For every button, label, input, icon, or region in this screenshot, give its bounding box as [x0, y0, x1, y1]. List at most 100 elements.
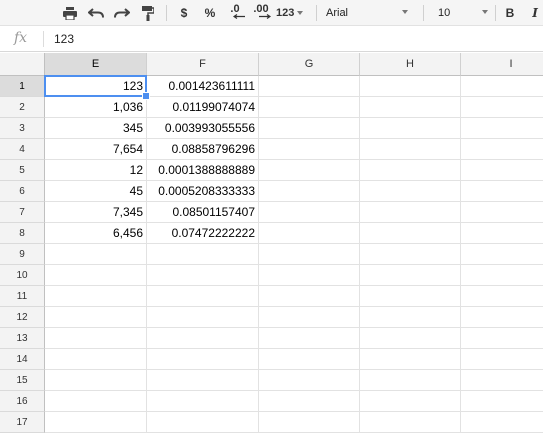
row-header-1[interactable]: 1 — [0, 76, 45, 97]
increase-decimal-button[interactable]: .00 — [250, 0, 272, 26]
print-button[interactable] — [60, 0, 80, 26]
row-header-2[interactable]: 2 — [0, 97, 45, 118]
cell-i10[interactable] — [461, 265, 543, 286]
percent-format-button[interactable]: % — [201, 0, 219, 26]
cell-e17[interactable] — [45, 412, 147, 433]
cell-e9[interactable] — [45, 244, 147, 265]
cell-e2[interactable]: 1,036 — [45, 97, 147, 118]
cell-h7[interactable] — [360, 202, 461, 223]
cell-f4[interactable]: 0.08858796296 — [147, 139, 259, 160]
cell-i15[interactable] — [461, 370, 543, 391]
cell-g6[interactable] — [259, 181, 360, 202]
column-header-g[interactable]: G — [259, 53, 360, 76]
cell-i4[interactable] — [461, 139, 543, 160]
font-size-dropdown[interactable]: 10 — [438, 0, 488, 26]
cell-g2[interactable] — [259, 97, 360, 118]
cell-f7[interactable]: 0.08501157407 — [147, 202, 259, 223]
row-header-13[interactable]: 13 — [0, 328, 45, 349]
row-header-8[interactable]: 8 — [0, 223, 45, 244]
cell-g13[interactable] — [259, 328, 360, 349]
cell-h1[interactable] — [360, 76, 461, 97]
cell-e16[interactable] — [45, 391, 147, 412]
cell-g11[interactable] — [259, 286, 360, 307]
row-header-15[interactable]: 15 — [0, 370, 45, 391]
cell-h11[interactable] — [360, 286, 461, 307]
cell-e11[interactable] — [45, 286, 147, 307]
cell-e3[interactable]: 345 — [45, 118, 147, 139]
row-header-11[interactable]: 11 — [0, 286, 45, 307]
select-all-corner[interactable] — [0, 53, 45, 76]
row-header-17[interactable]: 17 — [0, 412, 45, 433]
cell-g1[interactable] — [259, 76, 360, 97]
cell-g8[interactable] — [259, 223, 360, 244]
row-header-3[interactable]: 3 — [0, 118, 45, 139]
column-header-f[interactable]: F — [147, 53, 259, 76]
cell-i16[interactable] — [461, 391, 543, 412]
cell-f11[interactable] — [147, 286, 259, 307]
cell-f3[interactable]: 0.003993055556 — [147, 118, 259, 139]
cell-h3[interactable] — [360, 118, 461, 139]
cell-h5[interactable] — [360, 160, 461, 181]
cell-g17[interactable] — [259, 412, 360, 433]
cell-h17[interactable] — [360, 412, 461, 433]
cell-h16[interactable] — [360, 391, 461, 412]
cell-h6[interactable] — [360, 181, 461, 202]
cell-h10[interactable] — [360, 265, 461, 286]
cell-i2[interactable] — [461, 97, 543, 118]
cell-i11[interactable] — [461, 286, 543, 307]
cell-f9[interactable] — [147, 244, 259, 265]
cell-i14[interactable] — [461, 349, 543, 370]
cell-h12[interactable] — [360, 307, 461, 328]
cell-h14[interactable] — [360, 349, 461, 370]
cell-f12[interactable] — [147, 307, 259, 328]
row-header-16[interactable]: 16 — [0, 391, 45, 412]
formula-input[interactable]: 123 — [54, 32, 74, 46]
cell-g3[interactable] — [259, 118, 360, 139]
undo-button[interactable] — [86, 0, 106, 26]
paint-format-button[interactable] — [138, 0, 158, 26]
cell-g16[interactable] — [259, 391, 360, 412]
cell-e10[interactable] — [45, 265, 147, 286]
cell-f13[interactable] — [147, 328, 259, 349]
cell-f16[interactable] — [147, 391, 259, 412]
cell-f5[interactable]: 0.0001388888889 — [147, 160, 259, 181]
cell-f2[interactable]: 0.01199074074 — [147, 97, 259, 118]
redo-button[interactable] — [112, 0, 132, 26]
cell-e8[interactable]: 6,456 — [45, 223, 147, 244]
cell-h2[interactable] — [360, 97, 461, 118]
cell-i6[interactable] — [461, 181, 543, 202]
cell-g9[interactable] — [259, 244, 360, 265]
cell-f6[interactable]: 0.0005208333333 — [147, 181, 259, 202]
column-header-i[interactable]: I — [461, 53, 543, 76]
font-family-dropdown[interactable]: Arial — [326, 0, 414, 26]
row-header-5[interactable]: 5 — [0, 160, 45, 181]
cell-i9[interactable] — [461, 244, 543, 265]
cell-e5[interactable]: 12 — [45, 160, 147, 181]
cell-e13[interactable] — [45, 328, 147, 349]
cell-i17[interactable] — [461, 412, 543, 433]
currency-format-button[interactable]: $ — [176, 0, 192, 26]
cell-e6[interactable]: 45 — [45, 181, 147, 202]
cell-g14[interactable] — [259, 349, 360, 370]
cell-f10[interactable] — [147, 265, 259, 286]
cell-e4[interactable]: 7,654 — [45, 139, 147, 160]
cell-g15[interactable] — [259, 370, 360, 391]
bold-button[interactable]: B — [503, 0, 517, 26]
cell-e15[interactable] — [45, 370, 147, 391]
cell-h15[interactable] — [360, 370, 461, 391]
cell-e1[interactable]: 123 — [45, 76, 147, 97]
cell-e12[interactable] — [45, 307, 147, 328]
cell-i5[interactable] — [461, 160, 543, 181]
cell-i7[interactable] — [461, 202, 543, 223]
cell-g5[interactable] — [259, 160, 360, 181]
cell-g12[interactable] — [259, 307, 360, 328]
more-formats-button[interactable]: 123 — [276, 0, 310, 26]
cell-f14[interactable] — [147, 349, 259, 370]
cell-g4[interactable] — [259, 139, 360, 160]
cell-h13[interactable] — [360, 328, 461, 349]
cell-i12[interactable] — [461, 307, 543, 328]
row-header-6[interactable]: 6 — [0, 181, 45, 202]
row-header-7[interactable]: 7 — [0, 202, 45, 223]
cell-f8[interactable]: 0.07472222222 — [147, 223, 259, 244]
decrease-decimal-button[interactable]: .0 — [225, 0, 245, 26]
